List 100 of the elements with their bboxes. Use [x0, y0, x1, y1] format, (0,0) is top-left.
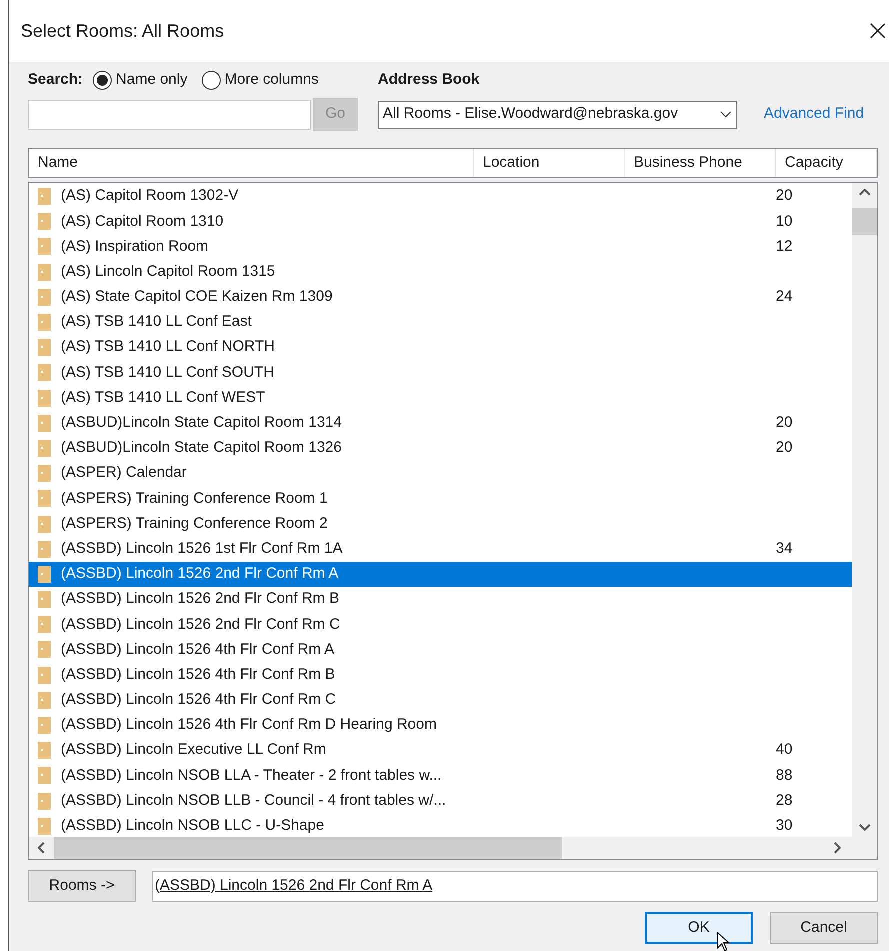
vertical-scrollbar[interactable] — [852, 183, 877, 837]
room-icon — [38, 238, 51, 256]
room-row[interactable]: (AS) TSB 1410 LL Conf WEST — [29, 386, 852, 411]
room-icon — [38, 818, 51, 835]
column-header[interactable]: Business Phone — [625, 149, 776, 177]
chevron-down-icon[interactable] — [858, 824, 870, 831]
room-row[interactable]: (AS) TSB 1410 LL Conf NORTH — [29, 335, 852, 360]
room-icon — [38, 465, 51, 482]
radio-option[interactable]: Name only — [93, 68, 188, 92]
ok-button[interactable]: OK — [645, 912, 753, 944]
scroll-thumb[interactable] — [852, 208, 877, 235]
room-icon — [38, 364, 51, 382]
room-icon — [38, 742, 51, 760]
room-icon — [38, 414, 51, 432]
room-icon — [38, 540, 51, 558]
table-cell-text: (AS) Capitol Room 1302-V — [61, 186, 239, 206]
table-cell-text: 10 — [776, 212, 793, 232]
address-book-dropdown[interactable]: All Rooms - Elise.Woodward@nebraska.gov — [378, 100, 737, 128]
chevron-right-icon[interactable] — [834, 842, 841, 854]
table-cell-text: (AS) Lincoln Capitol Room 1315 — [61, 262, 276, 282]
room-row[interactable]: (ASSBD) Lincoln 1526 2nd Flr Conf Rm A — [29, 562, 852, 587]
table-cell-text: (ASPERS) Training Conference Room 1 — [61, 488, 328, 509]
table-cell-text: (AS) State Capitol COE Kaizen Rm 1309 — [61, 287, 333, 308]
table-cell-text: (AS) TSB 1410 LL Conf East — [61, 312, 252, 332]
search-field[interactable] — [28, 100, 311, 130]
table-cell-text: 30 — [776, 816, 793, 836]
table-cell-text: 20 — [776, 413, 793, 434]
room-icon — [38, 188, 51, 206]
room-icon — [38, 440, 51, 457]
room-icon — [38, 264, 51, 281]
room-row[interactable]: (ASBUD)Lincoln State Capitol Room 1314 20 — [29, 410, 852, 436]
horizontal-scrollbar[interactable] — [29, 837, 877, 859]
room-icon — [38, 666, 51, 684]
table-cell-text: (ASSBD) Lincoln 1526 1st Flr Conf Rm 1A — [61, 538, 343, 559]
cancel-button[interactable]: Cancel — [770, 912, 878, 944]
column-header[interactable]: Location — [474, 149, 625, 177]
address-book-label: Address Book — [378, 70, 481, 90]
room-row[interactable]: (ASSBD) Lincoln 1526 4th Flr Conf Rm D Hearing Room — [29, 712, 852, 738]
table-cell-text: (ASSBD) Lincoln 1526 4th Flr Conf Rm D Hearing Room — [61, 715, 437, 736]
room-icon — [38, 339, 51, 356]
column-header[interactable]: Name — [29, 149, 474, 177]
column-header[interactable]: Capacity — [776, 149, 877, 177]
room-row[interactable]: (ASSBD) Lincoln 1526 4th Flr Conf Rm C — [29, 688, 852, 713]
table-cell-text: (ASSBD) Lincoln 1526 4th Flr Conf Rm A — [61, 640, 334, 660]
room-icon — [38, 566, 51, 583]
rooms-button[interactable]: Rooms -> — [28, 870, 136, 902]
table-cell-text: (ASSBD) Lincoln 1526 2nd Flr Conf Rm C — [61, 614, 340, 635]
chevron-down-icon — [720, 111, 732, 118]
room-row[interactable]: (AS) Capitol Room 1302-V 20 — [29, 184, 852, 210]
table-cell-text: (AS) Capitol Room 1310 — [61, 212, 224, 232]
table-cell-text: 28 — [776, 790, 793, 811]
room-icon — [38, 792, 51, 810]
window-title: Select Rooms: All Rooms — [21, 20, 224, 42]
room-row[interactable]: (ASSBD) Lincoln Executive LL Conf Rm 40 — [29, 738, 852, 764]
room-row[interactable]: (AS) Capitol Room 1310 10 — [29, 209, 852, 234]
room-icon — [38, 390, 51, 407]
table-cell-text: (ASSBD) Lincoln 1526 2nd Flr Conf Rm A — [61, 564, 339, 584]
room-icon — [38, 591, 51, 608]
room-row[interactable]: (ASSBD) Lincoln NSOB LLA - Theater - 2 front tables w... 88 — [29, 763, 852, 788]
scroll-thumb[interactable] — [54, 837, 562, 859]
room-row[interactable]: (ASPERS) Training Conference Room 1 — [29, 486, 852, 512]
room-row[interactable]: (ASSBD) Lincoln 1526 2nd Flr Conf Rm B — [29, 587, 852, 612]
chevron-left-icon[interactable] — [38, 842, 45, 854]
table-cell-text: (ASSBD) Lincoln Executive LL Conf Rm — [61, 740, 326, 760]
room-row[interactable]: (AS) Inspiration Room 12 — [29, 234, 852, 260]
table-cell-text: (ASBUD)Lincoln State Capitol Room 1314 — [61, 413, 342, 434]
table-cell-text: 20 — [776, 438, 793, 458]
radio-option[interactable]: More columns — [202, 68, 319, 92]
room-row[interactable]: (ASSBD) Lincoln 1526 4th Flr Conf Rm B — [29, 662, 852, 688]
room-icon — [38, 692, 51, 709]
search-label: Search: — [28, 70, 84, 90]
rooms-field[interactable]: (ASSBD) Lincoln 1526 2nd Flr Conf Rm A — [152, 870, 878, 902]
room-row[interactable]: (ASSBD) Lincoln 1526 1st Flr Conf Rm 1A 34 — [29, 536, 852, 562]
table-cell-text: (AS) TSB 1410 LL Conf NORTH — [61, 337, 275, 358]
table-cell-text: (ASBUD)Lincoln State Capitol Room 1326 — [61, 438, 342, 458]
room-row[interactable]: (AS) TSB 1410 LL Conf East — [29, 310, 852, 336]
table-cell-text: (ASPERS) Training Conference Room 2 — [61, 514, 328, 534]
room-icon — [38, 641, 51, 658]
room-row[interactable]: (ASSBD) Lincoln 1526 4th Flr Conf Rm A — [29, 637, 852, 663]
close-icon[interactable] — [869, 22, 887, 40]
room-icon — [38, 288, 51, 306]
room-row[interactable]: (ASPER) Calendar — [29, 461, 852, 486]
chevron-up-icon[interactable] — [858, 189, 870, 196]
advanced-find-link[interactable]: Advanced Find — [764, 103, 864, 126]
room-icon — [38, 490, 51, 508]
table-cell-text: (ASSBD) Lincoln 1526 4th Flr Conf Rm B — [61, 664, 336, 685]
table-cell-text: 40 — [776, 740, 793, 760]
room-row[interactable]: (ASBUD)Lincoln State Capitol Room 1326 20 — [29, 436, 852, 462]
room-row[interactable]: (ASSBD) Lincoln 1526 2nd Flr Conf Rm C — [29, 612, 852, 638]
table-cell-text: (AS) TSB 1410 LL Conf WEST — [61, 388, 266, 408]
room-row[interactable]: (ASPERS) Training Conference Room 2 — [29, 511, 852, 537]
room-row[interactable]: (AS) Lincoln Capitol Room 1315 — [29, 260, 852, 285]
room-row[interactable]: (AS) TSB 1410 LL Conf SOUTH — [29, 360, 852, 386]
room-row[interactable]: (ASSBD) Lincoln NSOB LLC - U-Shape 30 — [29, 814, 852, 837]
table-cell-text: (ASSBD) Lincoln 1526 2nd Flr Conf Rm B — [61, 589, 340, 610]
room-icon — [38, 516, 51, 533]
table-cell-text: 20 — [776, 186, 793, 206]
room-row[interactable]: (ASSBD) Lincoln NSOB LLB - Council - 4 front tables w/... 28 — [29, 788, 852, 814]
room-row[interactable]: (AS) State Capitol COE Kaizen Rm 1309 24 — [29, 284, 852, 310]
table-cell-text: (ASSBD) Lincoln NSOB LLA - Theater - 2 front tables w... — [61, 766, 442, 786]
